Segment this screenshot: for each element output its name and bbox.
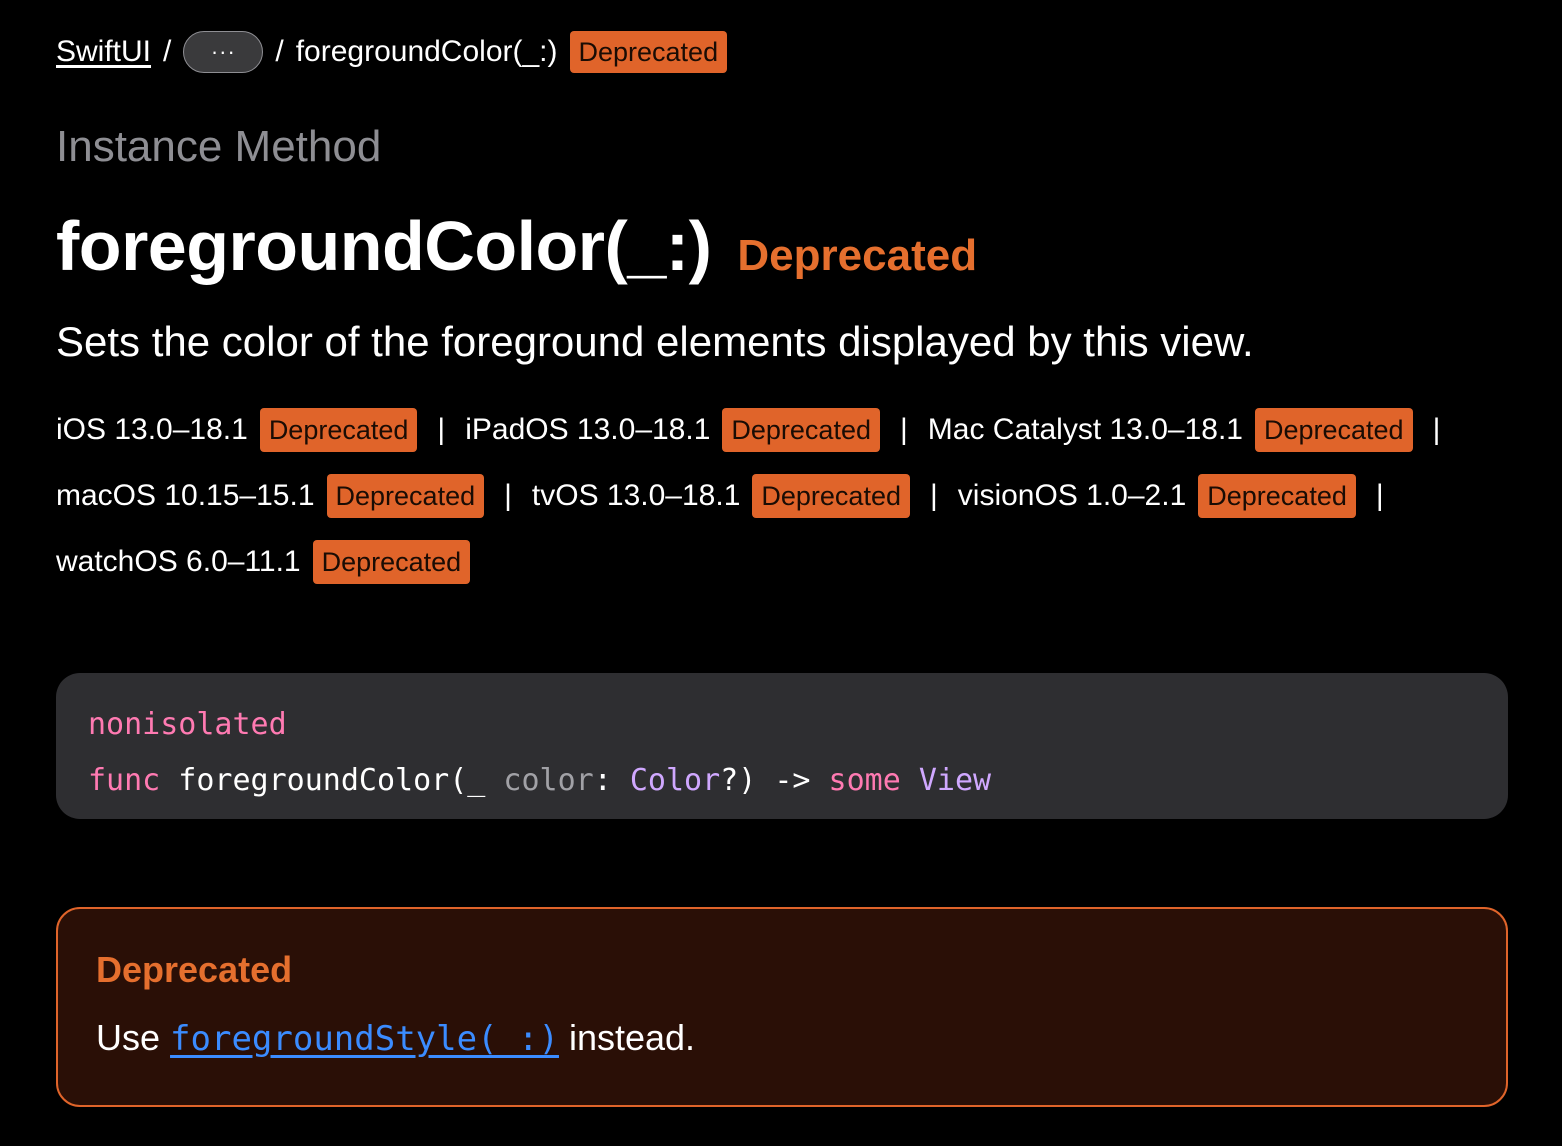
platform-divider: |: [504, 479, 512, 512]
platform-name: iPadOS 13.0–18.1: [465, 413, 711, 446]
code-colon: :: [593, 763, 630, 798]
deprecation-callout: Deprecated Use foregroundStyle(_:) inste…: [56, 907, 1508, 1107]
platform-divider: |: [899, 413, 908, 446]
breadcrumb-separator: /: [163, 35, 172, 68]
symbol-kind: Instance Method: [56, 122, 382, 171]
deprecated-badge: Deprecated: [1198, 474, 1356, 518]
title-row: foregroundColor(_:) Deprecated: [56, 206, 977, 286]
platform-mac-catalyst: Mac Catalyst 13.0–18.1 Deprecated |: [928, 408, 1461, 452]
platform-divider: |: [1432, 413, 1441, 446]
abstract: Sets the color of the foreground element…: [56, 318, 1254, 365]
code-arrow: ?) ->: [720, 763, 829, 798]
platform-name: watchOS 6.0–11.1: [56, 545, 301, 578]
breadcrumb-deprecated-badge: Deprecated: [569, 31, 728, 73]
platform-divider: |: [1375, 479, 1384, 512]
platform-divider: |: [437, 413, 446, 446]
platform-watchos: watchOS 6.0–11.1 Deprecated: [56, 540, 471, 584]
deprecated-badge: Deprecated: [752, 474, 910, 518]
breadcrumb: SwiftUI / ··· / foregroundColor(_:) Depr…: [56, 29, 728, 75]
breadcrumb-more-button[interactable]: ···: [183, 31, 264, 73]
deprecated-badge: Deprecated: [312, 540, 471, 584]
code-signature: func foregroundColor(_ color: Color?) ->…: [88, 753, 1476, 809]
platform-divider: |: [929, 479, 938, 512]
code-keyword-func: func: [88, 763, 161, 798]
page-title: foregroundColor(_:): [56, 207, 712, 285]
breadcrumb-current: foregroundColor(_:): [295, 35, 558, 68]
deprecated-badge: Deprecated: [326, 474, 485, 518]
deprecated-badge: Deprecated: [722, 408, 880, 452]
platform-tvos: tvOS 13.0–18.1 Deprecated |: [532, 474, 958, 518]
platform-name: iOS 13.0–18.1: [56, 413, 248, 446]
callout-body: Use foregroundStyle(_:) instead.: [96, 1017, 1468, 1059]
platform-ios: iOS 13.0–18.1 Deprecated |: [56, 408, 465, 452]
code-attribute: nonisolated: [88, 707, 287, 742]
code-return-type: View: [900, 763, 992, 798]
deprecated-badge: Deprecated: [259, 408, 418, 452]
platform-name: macOS 10.15–15.1: [56, 479, 315, 512]
callout-prefix: Use: [96, 1017, 171, 1058]
callout-suffix: instead.: [558, 1017, 696, 1058]
code-keyword-some: some: [828, 763, 901, 798]
code-type-color: Color: [629, 763, 721, 798]
code-parameter: color: [503, 763, 594, 798]
breadcrumb-swiftui-link[interactable]: SwiftUI: [56, 35, 151, 69]
platform-visionos: visionOS 1.0–2.1 Deprecated |: [958, 474, 1404, 518]
title-deprecated-label: Deprecated: [737, 231, 978, 280]
platform-name: visionOS 1.0–2.1: [957, 479, 1187, 512]
foreground-style-link[interactable]: foregroundStyle(_:): [170, 1019, 559, 1059]
platform-ipados: iPadOS 13.0–18.1 Deprecated |: [465, 408, 928, 452]
platform-name: tvOS 13.0–18.1: [531, 479, 741, 512]
breadcrumb-separator: /: [275, 35, 284, 68]
callout-title: Deprecated: [96, 949, 293, 990]
code-function-name: foregroundColor(_: [160, 763, 504, 798]
deprecated-badge: Deprecated: [1254, 408, 1413, 452]
platform-name: Mac Catalyst 13.0–18.1: [927, 413, 1243, 446]
platform-availability: iOS 13.0–18.1 Deprecated | iPadOS 13.0–1…: [56, 408, 1516, 584]
declaration-code-block: nonisolated func foregroundColor(_ color…: [56, 673, 1508, 819]
platform-macos: macOS 10.15–15.1 Deprecated |: [56, 474, 532, 518]
